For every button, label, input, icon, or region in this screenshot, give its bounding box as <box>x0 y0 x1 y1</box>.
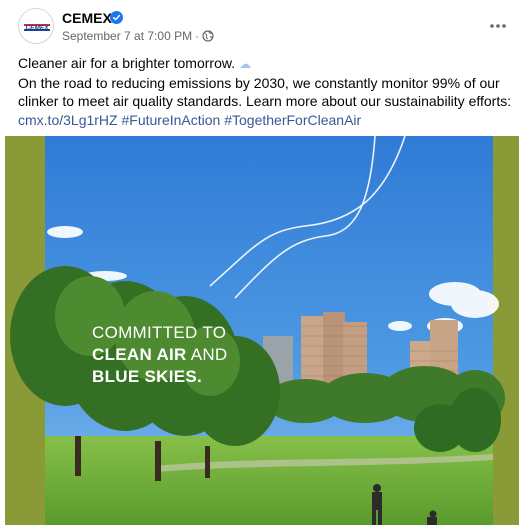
cloud-emoji: ☁ <box>238 57 251 71</box>
cemex-logo: CEMEX <box>19 9 53 43</box>
more-options-button[interactable] <box>484 12 512 40</box>
headline-blue-skies: BLUE SKIES. <box>92 367 203 386</box>
post-text-line-2: On the road to reducing emissions by 203… <box>18 74 500 91</box>
image-headline: COMMITTED TO CLEAN AIR AND BLUE SKIES. <box>92 322 228 388</box>
post-meta: September 7 at 7:00 PM · <box>62 29 214 43</box>
post-timestamp[interactable]: September 7 at 7:00 PM <box>62 29 192 43</box>
post-text-intro: Cleaner air for a brighter tomorrow. <box>18 55 236 71</box>
post-header: CEMEX CEMEX September 7 at 7:00 PM · <box>0 0 524 52</box>
headline-and: AND <box>186 345 228 364</box>
headline-clean-air: CLEAN AIR <box>92 345 187 364</box>
verified-badge-icon <box>110 11 123 24</box>
post-link[interactable]: cmx.to/3Lg1rHZ <box>18 112 118 128</box>
park-scene-illustration <box>5 136 519 525</box>
headline-line-3: BLUE SKIES. <box>92 366 228 388</box>
hashtag-future-in-action[interactable]: #FutureInAction <box>121 112 220 128</box>
post-image[interactable]: COMMITTED TO CLEAN AIR AND BLUE SKIES. <box>5 136 519 525</box>
page-avatar[interactable]: CEMEX <box>18 8 54 44</box>
page-name[interactable]: CEMEX <box>62 10 112 26</box>
meta-separator: · <box>195 29 200 43</box>
logo-wordmark: CEMEX <box>25 25 49 32</box>
hashtag-together-for-clean-air[interactable]: #TogetherForCleanAir <box>224 112 361 128</box>
post-text-line-3: clinker to meet air quality standards. L… <box>18 93 512 109</box>
post-text-line-4: cmx.to/3Lg1rHZ #FutureInAction #Together… <box>18 111 518 130</box>
headline-line-2: CLEAN AIR AND <box>92 344 228 366</box>
post-message: Cleaner air for a brighter tomorrow. ☁ O… <box>18 54 518 129</box>
post-text-line-1: Cleaner air for a brighter tomorrow. ☁ <box>18 54 518 74</box>
more-options-icon <box>490 24 506 28</box>
globe-icon <box>202 30 214 42</box>
headline-line-1: COMMITTED TO <box>92 323 227 342</box>
